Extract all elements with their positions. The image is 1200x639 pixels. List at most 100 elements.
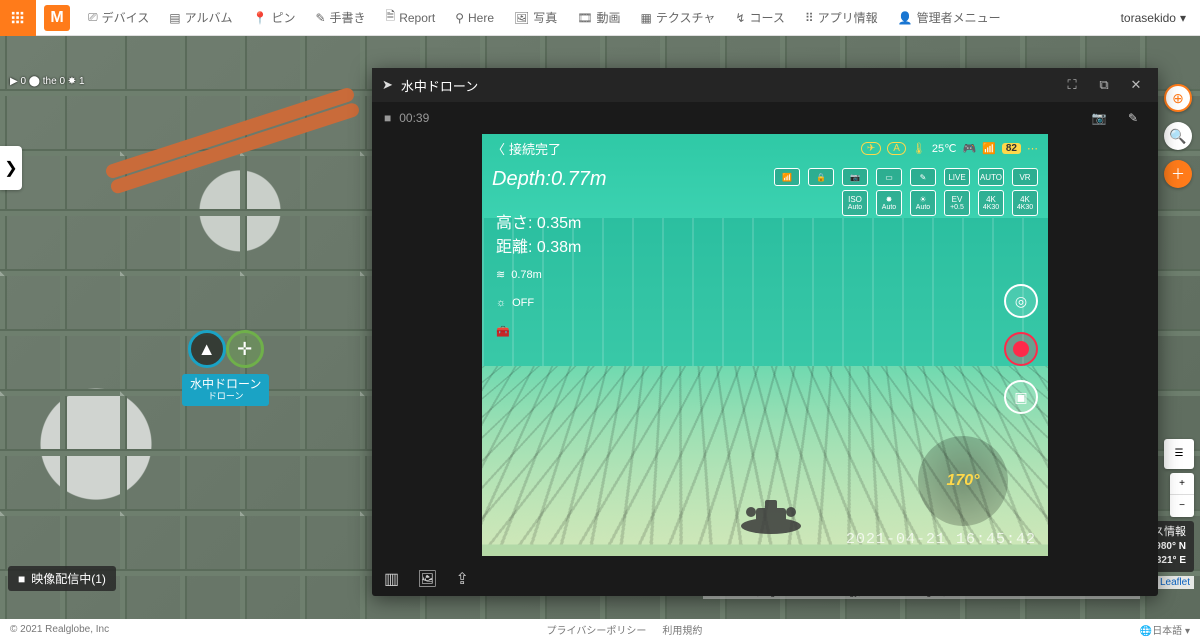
nav-course[interactable]: ↯コース (725, 0, 794, 36)
shutter-setting[interactable]: ✸Auto (876, 190, 902, 216)
chevron-right-icon: ❯ (4, 158, 17, 178)
terms-link[interactable]: 利用規約 (662, 622, 702, 637)
image-icon[interactable]: 🖼 (417, 569, 437, 589)
feed-back-button[interactable]: 〈 接続完了 (492, 139, 561, 158)
add-button[interactable]: ＋ (1164, 160, 1192, 188)
compass-widget[interactable]: 170° (918, 436, 1008, 526)
fullscreen-button[interactable]: ⛶ (1060, 77, 1084, 93)
snapshot-button[interactable]: 📷 (1086, 107, 1112, 129)
copyright-text: © 2021 Realglobe, Inc (10, 624, 109, 635)
layers-button[interactable]: ☰ (1164, 439, 1194, 469)
close-button[interactable]: ✕ (1124, 77, 1148, 93)
nav-appinfo[interactable]: ⠿アプリ情報 (795, 0, 888, 36)
map-stats-overlay: ▶ 0 ⬤ the 0 ✸ 1 (10, 76, 85, 87)
depth-readout: Depth:0.77m (492, 168, 607, 192)
nav-here[interactable]: ⚲Here (445, 0, 504, 36)
photo-icon: 🖼 (514, 11, 529, 25)
plus-icon: ＋ (1171, 164, 1185, 184)
lock-icon[interactable]: 🔒 (808, 168, 834, 186)
panel-titlebar[interactable]: ➤ 水中ドローン ⛶ ⧉ ✕ (372, 68, 1158, 102)
pin-icon: 📍 (252, 11, 267, 25)
live-icon[interactable]: LIVE (944, 168, 970, 186)
video-time: 00:39 (399, 111, 429, 125)
auto-a-icon: A (887, 142, 906, 155)
zoom-in-button[interactable]: + (1170, 473, 1194, 495)
res2-setting[interactable]: 4K4K30 (1012, 190, 1038, 216)
res-setting[interactable]: 4K4K30 (978, 190, 1004, 216)
wifi-icon: 📶 (982, 142, 996, 155)
more-icon[interactable]: ⋯ (1027, 142, 1038, 155)
share-icon[interactable]: ⇪ (455, 569, 468, 589)
app-logo[interactable]: M (44, 5, 70, 31)
controller-icon: 🎮 (962, 142, 976, 155)
nav-album[interactable]: ▤アルバム (159, 0, 242, 36)
draw-icon[interactable]: ✎ (910, 168, 936, 186)
frame-icon[interactable]: ▭ (876, 168, 902, 186)
record-button[interactable] (1004, 332, 1038, 366)
videocam-icon: ■ (384, 111, 391, 125)
target-icon: ✛ (226, 330, 264, 368)
feed-timestamp: 2021-04-21 16:45:42 (846, 531, 1036, 548)
app-grid-button[interactable] (0, 0, 36, 36)
drone-map-marker[interactable]: ▲ ✛ 水中ドローン ドローン (182, 330, 269, 406)
vr-icon[interactable]: VR (1012, 168, 1038, 186)
popout-button[interactable]: ⧉ (1092, 77, 1116, 93)
chevron-left-icon: 〈 (492, 139, 505, 158)
search-icon: 🔍 (1169, 128, 1186, 145)
nav-pin[interactable]: 📍ピン (242, 0, 305, 36)
iso-setting[interactable]: ISOAuto (842, 190, 868, 216)
heading-value: 170° (946, 472, 979, 490)
privacy-link[interactable]: プライバシーポリシー (547, 622, 647, 637)
album-icon: ▤ (169, 11, 180, 25)
report-icon: 🗎 (386, 7, 396, 28)
nav-handwrite[interactable]: ✎手書き (305, 0, 375, 36)
waves-icon: ≋ (496, 268, 505, 281)
user-menu[interactable]: torasekido ▾ (1107, 0, 1200, 36)
here-icon: ⚲ (455, 11, 464, 25)
capture-photo-button[interactable]: ◎ (1004, 284, 1038, 318)
page-footer: © 2021 Realglobe, Inc プライバシーポリシー 利用規約 🌐日… (0, 619, 1200, 639)
nav-video[interactable]: 🎞動画 (567, 0, 630, 36)
compass-icon: ▲ (188, 330, 226, 368)
wb-setting[interactable]: ☀Auto (910, 190, 936, 216)
zoom-control: + − (1170, 473, 1194, 517)
top-toolbar: M ⎚デバイス ▤アルバム 📍ピン ✎手書き 🗎Report ⚲Here 🖼写真… (0, 0, 1200, 36)
mode-icon: ✈ (861, 142, 881, 155)
texture-icon: ▦ (641, 11, 652, 25)
book-icon[interactable]: ▥ (384, 569, 399, 589)
device-icon: ⎚ (88, 10, 98, 25)
camera-settings-grid: 📶 🔒 📷 ▭ ✎ LIVE AUTO VR ISOAuto ✸Auto ☀Au… (774, 168, 1038, 220)
chevron-down-icon: ▾ (1180, 11, 1186, 25)
toolbox-button[interactable]: 🧰 (496, 325, 542, 338)
video-icon: 🎞 (577, 11, 592, 25)
camera-icon: ◎ (1015, 293, 1027, 310)
panel-footer: ▥ 🖼 ⇪ (372, 562, 1158, 596)
switch-camera-button[interactable]: ▣ (1004, 380, 1038, 414)
feed-status-icons: ✈ A 🌡 25℃ 🎮 📶 82 ⋯ (861, 142, 1038, 155)
nav-admin[interactable]: 👤管理者メニュー (888, 0, 1011, 36)
streaming-badge[interactable]: ■ 映像配信中(1) (8, 566, 116, 591)
leaflet-attribution[interactable]: Leaflet (1156, 576, 1194, 589)
signal-icon[interactable]: 📶 (774, 168, 800, 186)
automode-icon[interactable]: AUTO (978, 168, 1004, 186)
location-arrow-icon: ➤ (382, 77, 393, 93)
record-dot-icon (1013, 341, 1029, 357)
cam-icon[interactable]: 📷 (842, 168, 868, 186)
search-button[interactable]: 🔍 (1164, 122, 1192, 150)
language-selector[interactable]: 🌐日本語 ▾ (1140, 622, 1190, 637)
nav-device[interactable]: ⎚デバイス (78, 0, 159, 36)
nav-photo[interactable]: 🖼写真 (504, 0, 567, 36)
sidebar-expand-button[interactable]: ❯ (0, 146, 22, 190)
drone-video-feed: 〈 接続完了 ✈ A 🌡 25℃ 🎮 📶 82 ⋯ Depth:0.77m (482, 134, 1048, 556)
nav-texture[interactable]: ▦テクスチャ (631, 0, 726, 36)
admin-icon: 👤 (898, 11, 913, 25)
panel-title-text: 水中ドローン (401, 76, 1052, 95)
zoom-out-button[interactable]: − (1170, 495, 1194, 517)
edit-button[interactable]: ✎ (1120, 107, 1146, 129)
map-tools-right: ⊕ 🔍 ＋ (1164, 84, 1192, 188)
camera-icon: ■ (18, 572, 25, 586)
locate-button[interactable]: ⊕ (1164, 84, 1192, 112)
nav-report[interactable]: 🗎Report (376, 0, 446, 36)
ev-setting[interactable]: EV+0.5 (944, 190, 970, 216)
course-icon: ↯ (735, 11, 745, 25)
